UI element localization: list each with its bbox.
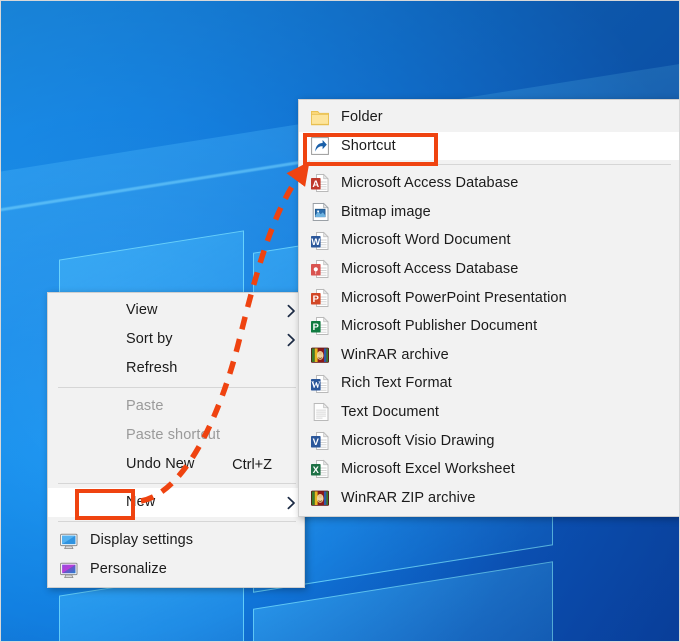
no-icon — [58, 425, 82, 447]
menu-item-microsoft-visio-drawing[interactable]: V Microsoft Visio Drawing — [299, 427, 679, 456]
menu-item-label: Refresh — [90, 361, 278, 376]
no-icon — [58, 300, 82, 322]
menu-item-label: Microsoft Visio Drawing — [341, 434, 653, 449]
menu-item-label: Microsoft Access Database — [341, 262, 653, 277]
svg-text:W: W — [311, 236, 320, 247]
svg-text:V: V — [313, 436, 320, 447]
svg-text:P: P — [313, 322, 319, 333]
menu-item-label: View — [90, 303, 278, 318]
no-icon — [58, 358, 82, 380]
menu-item-accelerator: Ctrl+Z — [232, 457, 272, 473]
menu-item-label: Microsoft PowerPoint Presentation — [341, 291, 653, 306]
menu-item-label: Paste shortcut — [90, 428, 278, 443]
menu-item-view[interactable]: View — [48, 296, 304, 325]
menu-item-paste-shortcut: Paste shortcut — [48, 421, 304, 450]
menu-item-display-settings[interactable]: Display settings — [48, 526, 304, 555]
no-icon — [58, 492, 82, 514]
menu-item-label: Text Document — [341, 405, 653, 420]
menu-item-new[interactable]: New — [48, 488, 304, 517]
svg-text:P: P — [313, 293, 319, 304]
excel-icon: X — [309, 458, 333, 480]
rtf-icon: W — [309, 373, 333, 395]
svg-text:A: A — [312, 179, 319, 190]
menu-item-microsoft-excel-worksheet[interactable]: X Microsoft Excel Worksheet — [299, 455, 679, 484]
monitor-blue-icon — [58, 530, 82, 552]
menu-item-text-document[interactable]: Text Document — [299, 398, 679, 427]
menu-item-label: Personalize — [90, 562, 278, 577]
menu-item-winrar-archive[interactable]: WinRAR archive — [299, 341, 679, 370]
menu-item-sort-by[interactable]: Sort by — [48, 325, 304, 354]
menu-separator — [58, 483, 296, 484]
menu-item-microsoft-publisher-document[interactable]: P Microsoft Publisher Document — [299, 312, 679, 341]
menu-item-paste: Paste — [48, 392, 304, 421]
menu-separator — [58, 521, 296, 522]
folder-icon — [309, 106, 333, 128]
menu-item-personalize[interactable]: Personalize — [48, 555, 304, 584]
menu-item-shortcut[interactable]: Shortcut — [299, 132, 679, 161]
menu-item-label: Sort by — [90, 332, 278, 347]
menu-item-label: Display settings — [90, 533, 278, 548]
svg-text:W: W — [311, 381, 321, 391]
menu-item-bitmap-image[interactable]: Bitmap image — [299, 198, 679, 227]
chevron-right-icon — [284, 304, 298, 318]
menu-item-label: Folder — [341, 110, 653, 125]
bitmap-icon — [309, 201, 333, 223]
menu-item-label: WinRAR archive — [341, 348, 653, 363]
menu-item-microsoft-access-database[interactable]: A Microsoft Access Database — [299, 169, 679, 198]
winrar-zip-icon — [309, 487, 333, 509]
new-submenu[interactable]: Folder Shortcut A Microsoft Access Database… — [298, 99, 680, 517]
monitor-purple-icon — [58, 559, 82, 581]
text-document-icon — [309, 401, 333, 423]
chevron-right-icon — [284, 496, 298, 510]
menu-item-folder[interactable]: Folder — [299, 103, 679, 132]
no-icon — [58, 329, 82, 351]
svg-text:X: X — [313, 465, 320, 476]
menu-item-label: Paste — [90, 399, 278, 414]
menu-item-undo-new[interactable]: Undo New Ctrl+Z — [48, 450, 304, 479]
menu-item-label: WinRAR ZIP archive — [341, 491, 653, 506]
powerpoint-icon: P — [309, 287, 333, 309]
menu-item-microsoft-powerpoint-presentation[interactable]: P Microsoft PowerPoint Presentation — [299, 284, 679, 313]
access-red-icon — [309, 258, 333, 280]
access-icon: A — [309, 172, 333, 194]
menu-item-label: Undo New — [90, 457, 214, 472]
chevron-right-icon — [284, 333, 298, 347]
menu-item-label: Bitmap image — [341, 205, 653, 220]
screenshot-root: View Sort by Refresh Paste Paste shortcut Und… — [0, 0, 680, 642]
menu-item-label: Microsoft Access Database — [341, 176, 653, 191]
menu-item-refresh[interactable]: Refresh — [48, 354, 304, 383]
menu-item-rich-text-format[interactable]: W Rich Text Format — [299, 369, 679, 398]
menu-item-label: Rich Text Format — [341, 376, 653, 391]
no-icon — [58, 396, 82, 418]
shortcut-icon — [309, 135, 333, 157]
menu-item-label: Microsoft Word Document — [341, 233, 653, 248]
word-icon: W — [309, 230, 333, 252]
menu-item-label: New — [90, 495, 278, 510]
menu-item-microsoft-access-database[interactable]: Microsoft Access Database — [299, 255, 679, 284]
no-icon — [58, 454, 82, 476]
menu-separator — [309, 164, 671, 165]
menu-item-label: Microsoft Publisher Document — [341, 319, 653, 334]
menu-separator — [58, 387, 296, 388]
menu-item-label: Shortcut — [341, 139, 653, 154]
menu-item-microsoft-word-document[interactable]: W Microsoft Word Document — [299, 226, 679, 255]
visio-icon: V — [309, 430, 333, 452]
desktop-context-menu[interactable]: View Sort by Refresh Paste Paste shortcut Und… — [47, 292, 305, 588]
menu-item-winrar-zip-archive[interactable]: WinRAR ZIP archive — [299, 484, 679, 513]
menu-item-label: Microsoft Excel Worksheet — [341, 462, 653, 477]
winrar-icon — [309, 344, 333, 366]
publisher-icon: P — [309, 315, 333, 337]
